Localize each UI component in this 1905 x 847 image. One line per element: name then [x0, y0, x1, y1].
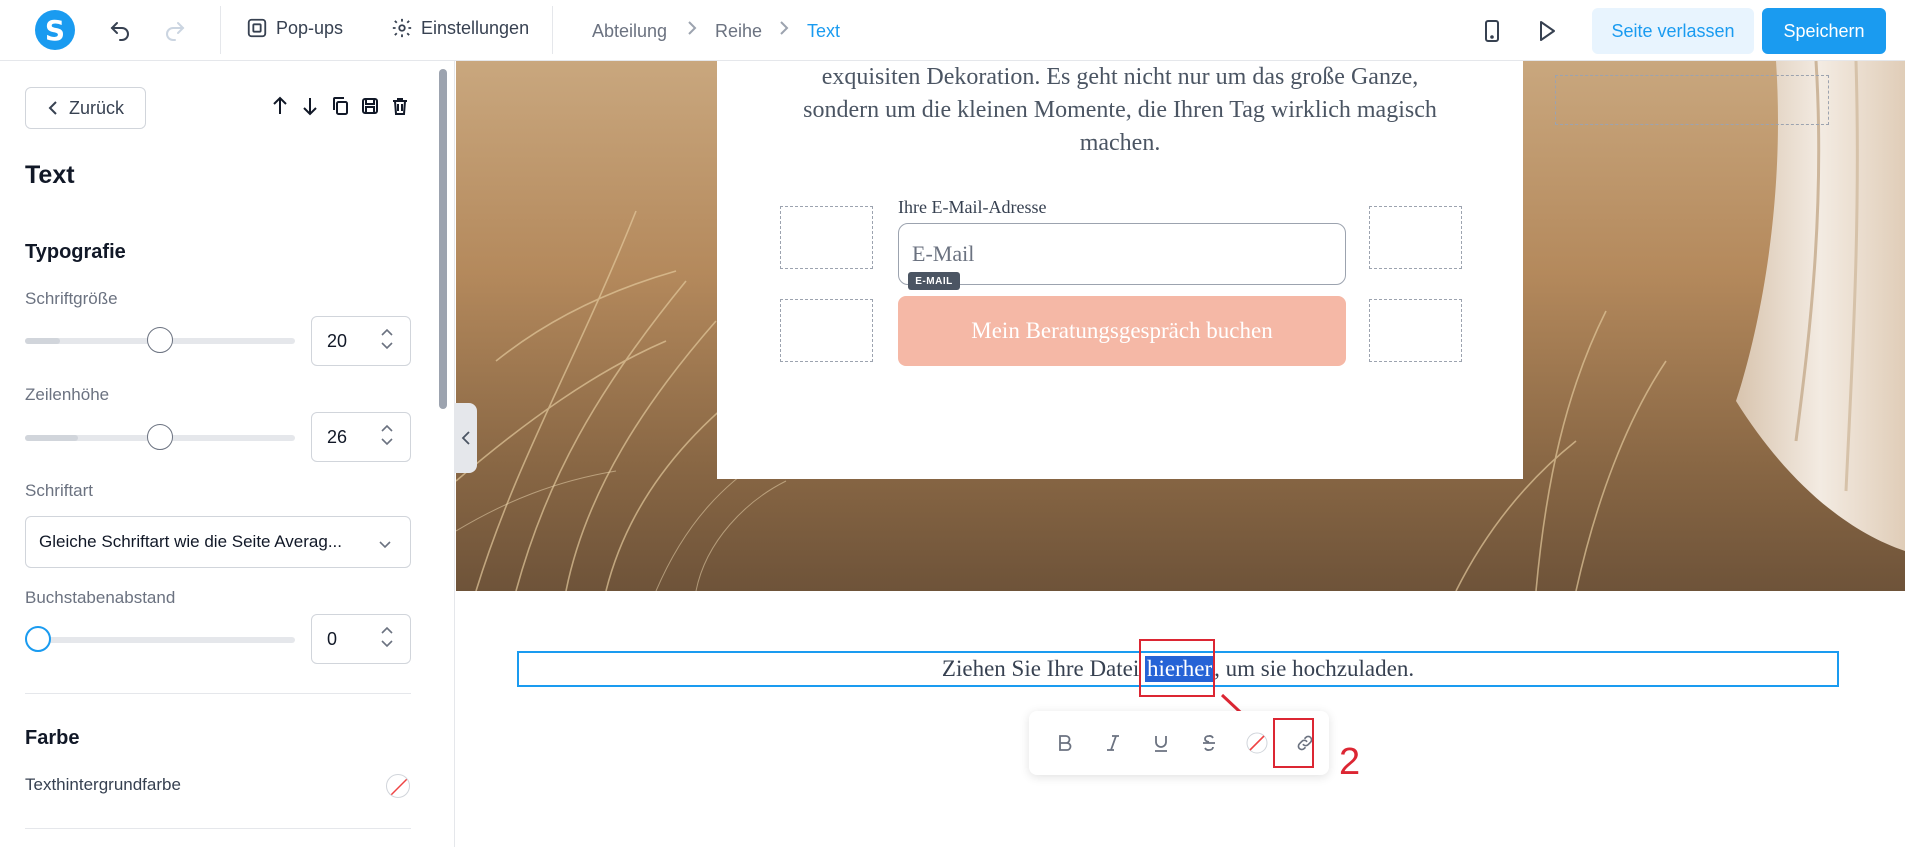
card-description: exquisiten Dekoration. Es geht nicht nur…	[757, 61, 1483, 160]
text-color-icon[interactable]	[1243, 729, 1271, 757]
app-logo[interactable]: S	[35, 10, 75, 50]
card-text-line: exquisiten Dekoration. Es geht nicht nur…	[821, 64, 1419, 90]
arrow-down-icon[interactable]	[300, 95, 320, 117]
email-field[interactable]: E-Mail	[898, 223, 1346, 285]
empty-drop-zone[interactable]	[780, 206, 873, 269]
line-height-input[interactable]: 26	[311, 412, 411, 462]
book-consultation-button[interactable]: Mein Beratungsgespräch buchen	[898, 296, 1346, 366]
letter-spacing-slider[interactable]	[25, 626, 295, 652]
line-height-slider[interactable]	[25, 424, 295, 450]
slider-thumb[interactable]	[25, 626, 51, 652]
line-height-value: 26	[327, 426, 348, 447]
email-field-badge: E-MAIL	[908, 272, 960, 290]
undo-icon[interactable]	[107, 18, 133, 44]
typography-heading: Typografie	[25, 241, 126, 263]
stepper-icon[interactable]	[380, 625, 394, 649]
top-toolbar: S Pop-ups Einstellungen Abteilung Reihe …	[0, 0, 1905, 61]
color-heading: Farbe	[25, 727, 80, 749]
letter-spacing-input[interactable]: 0	[311, 614, 411, 664]
chevron-left-icon	[461, 431, 470, 445]
email-placeholder: E-Mail	[912, 241, 975, 266]
back-button[interactable]: Zurück	[25, 87, 146, 129]
popup-icon	[247, 18, 267, 38]
text-before-link: Ziehen Sie Ihre Datei	[941, 656, 1146, 681]
breadcrumb-text[interactable]: Text	[807, 21, 840, 42]
page-canvas: exquisiten Dekoration. Es geht nicht nur…	[456, 61, 1905, 847]
save-template-icon[interactable]	[360, 95, 380, 117]
text-bg-color-swatch[interactable]	[386, 774, 410, 798]
toolbar-divider	[552, 6, 553, 54]
stepper-icon[interactable]	[380, 423, 394, 447]
breadcrumb-row[interactable]: Reihe	[715, 21, 762, 42]
sidebar-scrollbar[interactable]	[439, 69, 447, 409]
save-button[interactable]: Speichern	[1762, 8, 1886, 54]
card-text-line: sondern um die kleinen Momente, die Ihre…	[803, 97, 1437, 123]
chevron-right-icon	[685, 20, 699, 41]
font-family-value: Gleiche Schriftart wie die Seite Averag.…	[39, 532, 343, 551]
bold-icon[interactable]	[1051, 729, 1079, 757]
chevron-left-icon	[48, 101, 57, 115]
collapse-sidebar-button[interactable]	[455, 403, 477, 473]
empty-drop-zone[interactable]	[1369, 299, 1462, 362]
email-field-label: Ihre E-Mail-Adresse	[898, 197, 1047, 217]
text-after-link: , um sie hochzuladen.	[1214, 656, 1415, 681]
font-family-label: Schriftart	[25, 481, 94, 500]
element-actions	[270, 95, 410, 117]
strikethrough-icon[interactable]	[1195, 729, 1223, 757]
toolbar-divider	[220, 6, 221, 54]
empty-drop-zone[interactable]	[780, 299, 873, 362]
font-size-slider[interactable]	[25, 327, 295, 353]
redo-icon[interactable]	[162, 18, 188, 44]
empty-drop-zone[interactable]	[1369, 206, 1462, 269]
section-divider	[25, 828, 411, 829]
popups-label: Pop-ups	[276, 17, 344, 38]
chevron-down-icon	[378, 535, 392, 555]
link-annotation-box	[1273, 718, 1314, 768]
step-number: 2	[1339, 741, 1361, 783]
italic-icon[interactable]	[1099, 729, 1127, 757]
letter-spacing-value: 0	[327, 628, 338, 649]
slider-thumb[interactable]	[147, 424, 173, 450]
settings-label: Einstellungen	[421, 17, 530, 38]
line-height-label: Zeilenhöhe	[25, 385, 110, 404]
gear-icon	[392, 18, 412, 38]
font-family-select[interactable]: Gleiche Schriftart wie die Seite Averag.…	[25, 516, 411, 568]
text-bg-color-label: Texthintergrundfarbe	[25, 775, 181, 794]
font-size-input[interactable]: 20	[311, 316, 411, 366]
font-size-label: Schriftgröße	[25, 289, 118, 308]
mobile-preview-icon[interactable]	[1479, 18, 1505, 44]
copy-icon[interactable]	[330, 95, 350, 117]
settings-button[interactable]: Einstellungen	[391, 17, 529, 39]
arrow-up-icon[interactable]	[270, 95, 290, 117]
panel-title: Text	[25, 161, 75, 189]
underline-icon[interactable]	[1147, 729, 1175, 757]
trash-icon[interactable]	[390, 95, 410, 117]
letter-spacing-label: Buchstabenabstand	[25, 588, 176, 607]
stepper-icon[interactable]	[380, 327, 394, 351]
properties-sidebar: Zurück Text Typografie Schriftgröße 20 Z…	[0, 61, 455, 847]
font-size-value: 20	[327, 330, 348, 351]
popups-button[interactable]: Pop-ups	[246, 17, 343, 39]
section-divider	[25, 693, 411, 694]
slider-thumb[interactable]	[147, 327, 173, 353]
card-text-line: machen.	[1079, 130, 1161, 156]
signup-card: exquisiten Dekoration. Es geht nicht nur…	[717, 61, 1523, 479]
back-label: Zurück	[68, 97, 124, 118]
play-preview-icon[interactable]	[1533, 18, 1559, 44]
empty-drop-zone[interactable]	[1555, 75, 1829, 125]
leave-page-button[interactable]: Seite verlassen	[1592, 8, 1754, 54]
hero-background-image: exquisiten Dekoration. Es geht nicht nur…	[456, 61, 1905, 591]
highlight-annotation-box	[1139, 639, 1215, 697]
breadcrumb-section[interactable]: Abteilung	[592, 21, 667, 42]
chevron-right-icon	[777, 20, 791, 41]
